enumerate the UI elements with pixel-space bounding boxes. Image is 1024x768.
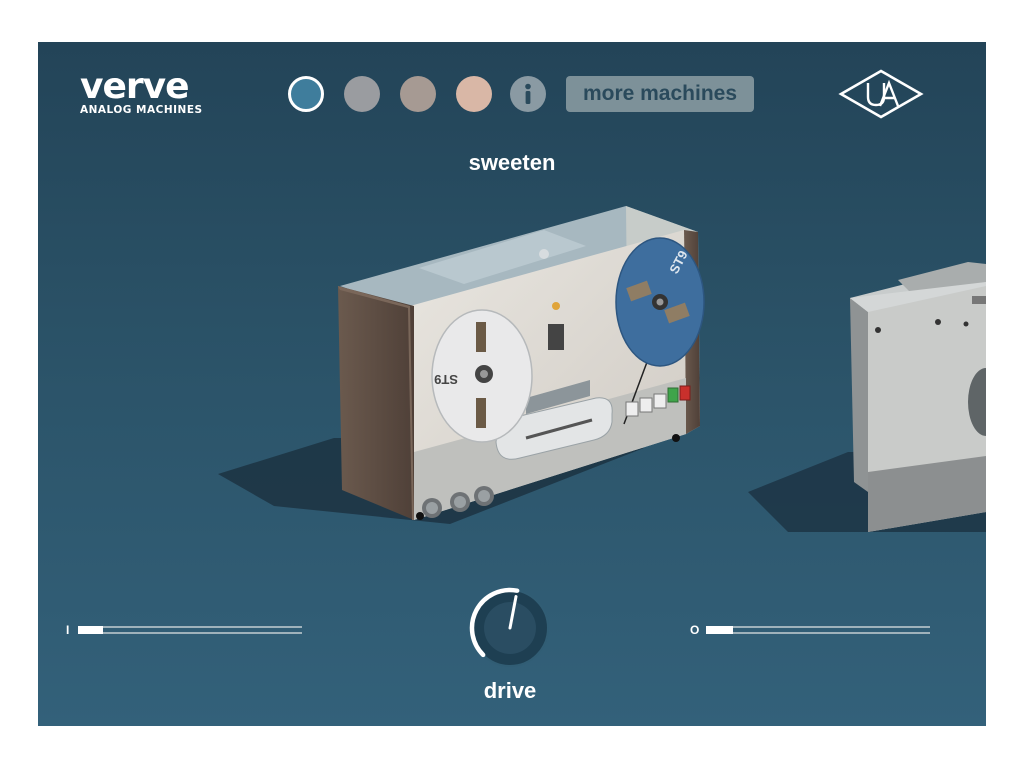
output-meter-level — [706, 626, 733, 634]
logo-wordmark: verve — [80, 66, 190, 107]
more-machines-button[interactable]: more machines — [566, 76, 754, 112]
theme-swatch-peach[interactable] — [456, 76, 492, 112]
output-meter-label: O — [690, 623, 700, 637]
preset-name: sweeten — [468, 150, 556, 175]
ua-logo-icon[interactable] — [838, 68, 924, 120]
plugin-window: verve ANALOG MACHINES more machines swee… — [38, 42, 986, 726]
next-machine-illustration[interactable] — [738, 242, 986, 532]
info-icon — [525, 83, 531, 104]
theme-swatch-taupe[interactable] — [400, 76, 436, 112]
right-reel: ST9 — [615, 237, 705, 367]
tape-machine-illustration[interactable]: ST9 ST9 — [214, 202, 714, 524]
logo-subtitle: ANALOG MACHINES — [80, 104, 203, 116]
info-button[interactable] — [510, 76, 546, 112]
output-meter[interactable]: O — [690, 623, 930, 637]
left-reel-label: ST9 — [434, 372, 458, 387]
verve-logo: verve ANALOG MACHINES — [80, 66, 220, 118]
input-meter[interactable]: I — [66, 623, 302, 637]
drive-knob[interactable] — [468, 586, 552, 670]
left-reel: ST9 — [431, 309, 533, 443]
input-meter-level — [78, 626, 103, 634]
input-meter-track — [78, 626, 302, 634]
output-meter-track — [706, 626, 930, 634]
drive-label: drive — [483, 678, 537, 703]
theme-swatch-grey[interactable] — [344, 76, 380, 112]
input-meter-label: I — [66, 623, 70, 637]
theme-swatch-blue[interactable] — [288, 76, 324, 112]
